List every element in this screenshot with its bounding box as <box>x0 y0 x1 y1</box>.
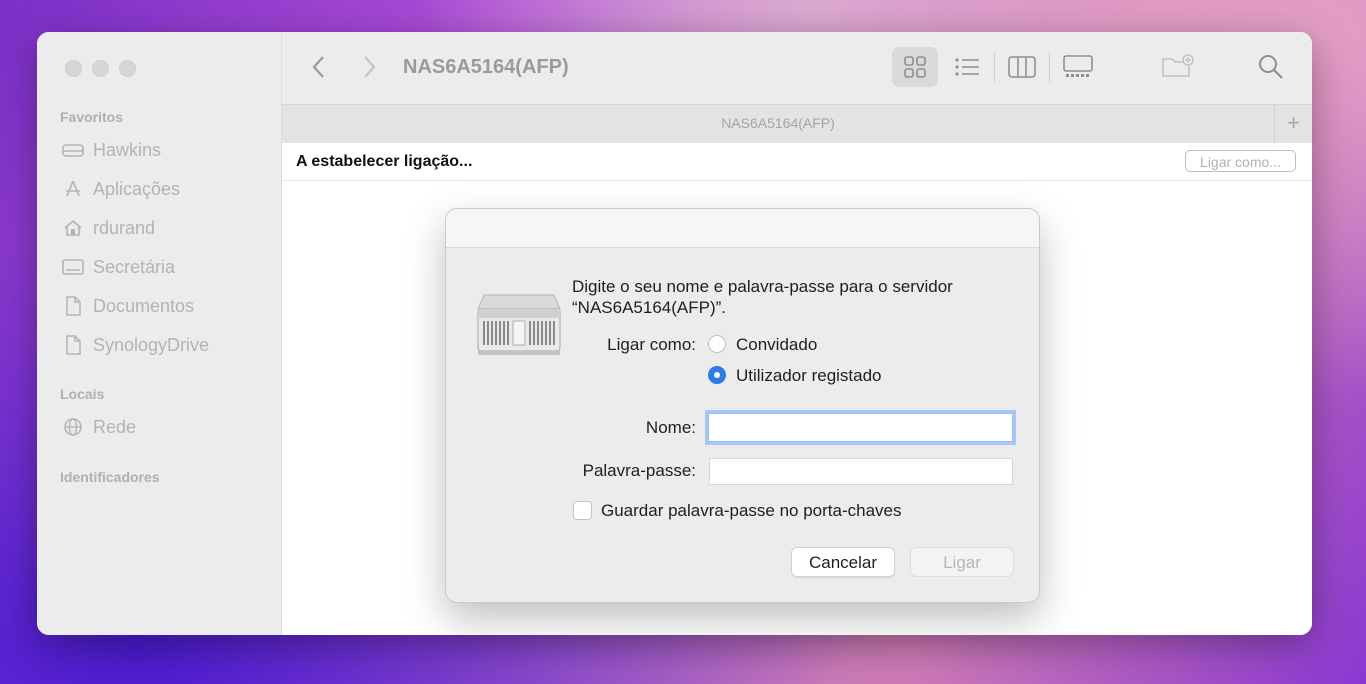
connect-button[interactable]: Ligar <box>910 547 1014 577</box>
sidebar-item-label: rdurand <box>93 217 156 238</box>
guest-radio[interactable] <box>708 335 726 353</box>
remember-password-label[interactable]: Guardar palavra-passe no porta-chaves <box>601 501 902 521</box>
sidebar-item-label: Secretária <box>93 256 176 277</box>
password-field[interactable] <box>709 458 1013 485</box>
sidebar-item-applications[interactable]: Aplicações <box>62 177 180 201</box>
list-view-icon[interactable] <box>954 56 980 83</box>
sidebar-item-label: Documentos <box>93 295 195 316</box>
login-dialog: Digite o seu nome e palavra-passe para o… <box>445 208 1040 603</box>
tab-nas[interactable]: NAS6A5164(AFP) <box>282 115 1274 131</box>
document-icon <box>62 296 84 316</box>
connection-status-text: A estabelecer ligação... <box>296 153 473 170</box>
sidebar-section-locations: Locais <box>60 386 105 402</box>
cancel-button[interactable]: Cancelar <box>791 547 895 577</box>
toolbar-divider <box>994 52 995 82</box>
sidebar-item-documents[interactable]: Documentos <box>62 294 194 318</box>
name-label: Nome: <box>645 418 696 437</box>
grid-icon <box>904 56 926 78</box>
new-folder-icon[interactable] <box>1162 54 1194 83</box>
guest-radio-label[interactable]: Convidado <box>736 335 817 355</box>
registered-user-radio-label[interactable]: Utilizador registado <box>736 366 882 386</box>
close-window-button[interactable] <box>65 60 82 77</box>
zoom-window-button[interactable] <box>119 60 136 77</box>
sidebar-item-label: SynologyDrive <box>93 334 210 355</box>
sidebar-section-tags: Identificadores <box>60 469 160 485</box>
back-icon[interactable] <box>311 54 327 87</box>
gallery-view-icon[interactable] <box>1063 55 1093 84</box>
login-prompt: Digite o seu nome e palavra-passe para o… <box>572 276 1012 318</box>
sidebar-item-label: Rede <box>93 416 137 437</box>
registered-user-radio[interactable] <box>708 366 726 384</box>
sidebar-item-desktop[interactable]: Secretária <box>62 255 175 279</box>
minimize-window-button[interactable] <box>92 60 109 77</box>
sidebar-item-network[interactable]: Rede <box>62 415 136 439</box>
prompt-line-2: “NAS6A5164(AFP)”. <box>572 298 726 317</box>
search-icon[interactable] <box>1258 54 1284 85</box>
sidebar-item-hawkins[interactable]: Hawkins <box>62 138 161 162</box>
home-icon <box>62 218 84 238</box>
sidebar-item-label: Hawkins <box>93 139 162 160</box>
connect-as-label: Ligar como: <box>607 335 696 354</box>
sidebar-item-home[interactable]: rdurand <box>62 216 155 240</box>
column-view-icon[interactable] <box>1008 56 1036 83</box>
document-icon <box>62 335 84 355</box>
sidebar-item-label: Aplicações <box>93 178 181 199</box>
forward-icon[interactable] <box>361 54 377 87</box>
toolbar: NAS6A5164(AFP) <box>282 32 1312 104</box>
desktop-icon <box>62 257 84 277</box>
sidebar-item-synologydrive[interactable]: SynologyDrive <box>62 333 209 357</box>
icon-view-button[interactable] <box>892 47 938 87</box>
prompt-line-1: Digite o seu nome e palavra-passe para o… <box>572 277 953 296</box>
connect-as-button[interactable]: Ligar como... <box>1185 150 1296 172</box>
network-icon <box>62 417 84 437</box>
window-title: NAS6A5164(AFP) <box>403 56 569 78</box>
sidebar: Favoritos Hawkins Aplicações rdurand Sec… <box>37 32 282 635</box>
toolbar-divider <box>1049 52 1050 82</box>
connection-status-bar: A estabelecer ligação... Ligar como... <box>282 143 1312 181</box>
tab-bar: NAS6A5164(AFP) + <box>282 104 1312 144</box>
remember-password-checkbox[interactable] <box>573 501 592 520</box>
new-tab-button[interactable]: + <box>1274 105 1312 143</box>
window-controls <box>65 60 136 77</box>
dialog-header <box>446 209 1039 248</box>
password-label: Palavra-passe: <box>582 461 696 480</box>
name-field[interactable] <box>708 413 1013 442</box>
applications-icon <box>62 179 84 199</box>
sidebar-section-favorites: Favoritos <box>60 109 124 125</box>
drive-icon <box>62 140 84 160</box>
